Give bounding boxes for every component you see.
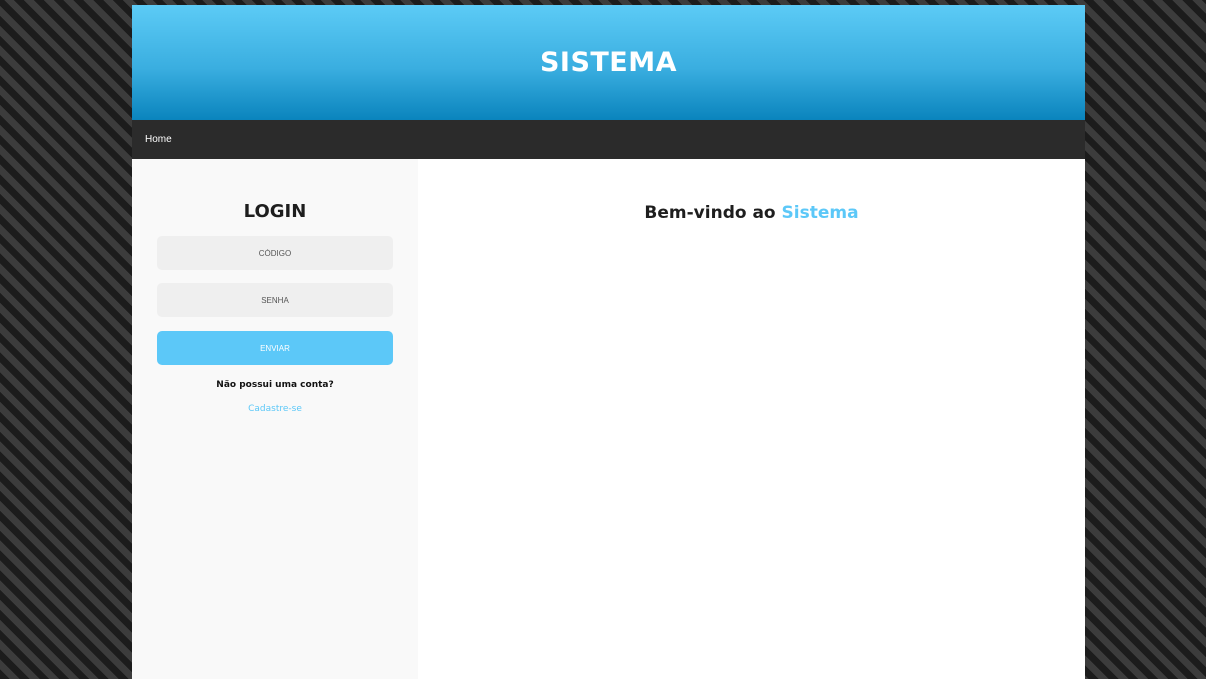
password-input[interactable] bbox=[157, 283, 393, 317]
welcome-heading: Bem-vindo ao Sistema bbox=[644, 203, 858, 679]
submit-button[interactable]: ENVIAR bbox=[157, 331, 393, 365]
nav-home-link[interactable]: Home bbox=[145, 134, 172, 145]
navbar: Home bbox=[132, 120, 1085, 159]
page-container: SISTEMA Home LOGIN ENVIAR Não possui uma… bbox=[132, 5, 1085, 679]
site-title: SISTEMA bbox=[539, 47, 678, 78]
content-area: LOGIN ENVIAR Não possui uma conta? Cadas… bbox=[132, 159, 1085, 679]
login-sidebar: LOGIN ENVIAR Não possui uma conta? Cadas… bbox=[132, 159, 418, 679]
no-account-text: Não possui uma conta? bbox=[216, 380, 334, 390]
code-input[interactable] bbox=[157, 236, 393, 270]
welcome-prefix: Bem-vindo ao bbox=[644, 203, 782, 223]
site-header: SISTEMA bbox=[132, 5, 1085, 120]
welcome-highlight: Sistema bbox=[781, 203, 859, 223]
login-title: LOGIN bbox=[243, 201, 307, 222]
signup-link[interactable]: Cadastre-se bbox=[248, 404, 302, 414]
main-panel: Bem-vindo ao Sistema bbox=[418, 159, 1085, 679]
